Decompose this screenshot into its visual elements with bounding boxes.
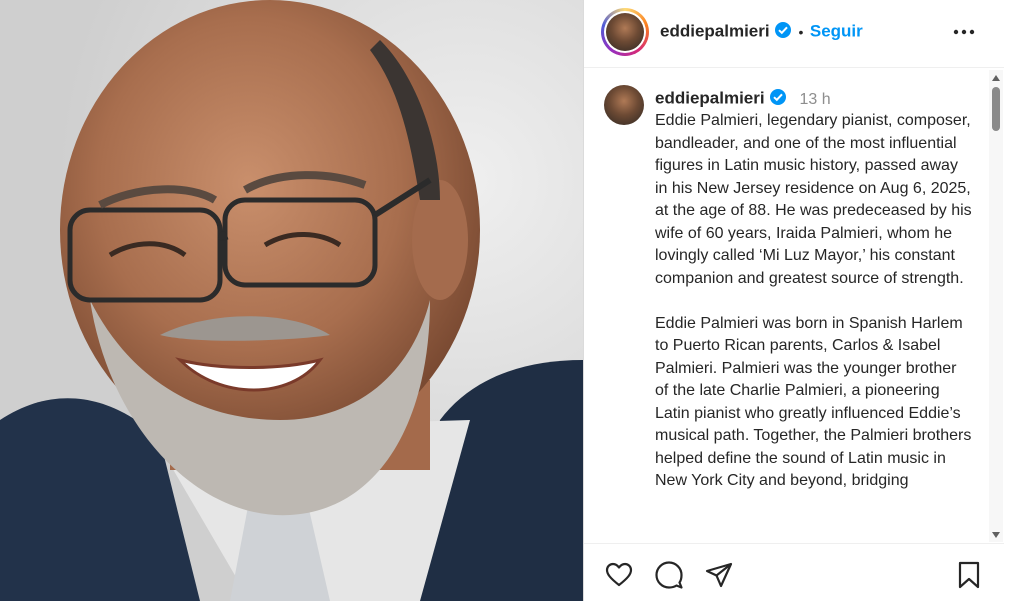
scroll-up-arrow-icon[interactable] (992, 75, 1000, 81)
share-icon[interactable] (704, 560, 734, 590)
comment-icon[interactable] (654, 560, 684, 590)
caption-scrollbar[interactable] (989, 70, 1003, 542)
caption-avatar[interactable] (604, 85, 644, 125)
portrait-illustration (0, 0, 583, 601)
more-options-icon[interactable] (952, 24, 976, 44)
caption-header: eddiepalmieri 13 h (655, 88, 831, 111)
story-ring-avatar[interactable] (601, 8, 649, 56)
caption-text: Eddie Palmieri, legendary pianist, compo… (655, 112, 972, 489)
heart-icon[interactable] (604, 560, 634, 590)
follow-button[interactable]: Seguir (810, 22, 863, 41)
verified-badge-icon (769, 88, 787, 111)
post-timestamp[interactable]: 13 h (800, 91, 831, 108)
avatar (606, 13, 644, 51)
caption-username[interactable]: eddiepalmieri (655, 89, 765, 108)
action-bar (584, 543, 1004, 601)
caption-section: eddiepalmieri 13 h Eddie Palmieri, legen… (584, 69, 1004, 543)
bookmark-icon[interactable] (954, 560, 984, 590)
post-photo[interactable] (0, 0, 583, 601)
post-details-panel: eddiepalmieri • Seguir eddiepalmieri 13 … (583, 0, 1017, 601)
verified-badge-icon (774, 21, 792, 44)
header-username[interactable]: eddiepalmieri (660, 22, 770, 41)
post-header: eddiepalmieri • Seguir (584, 0, 1004, 68)
scroll-down-arrow-icon[interactable] (992, 532, 1000, 538)
separator-dot: • (798, 23, 804, 40)
scrollbar-thumb[interactable] (992, 87, 1000, 131)
